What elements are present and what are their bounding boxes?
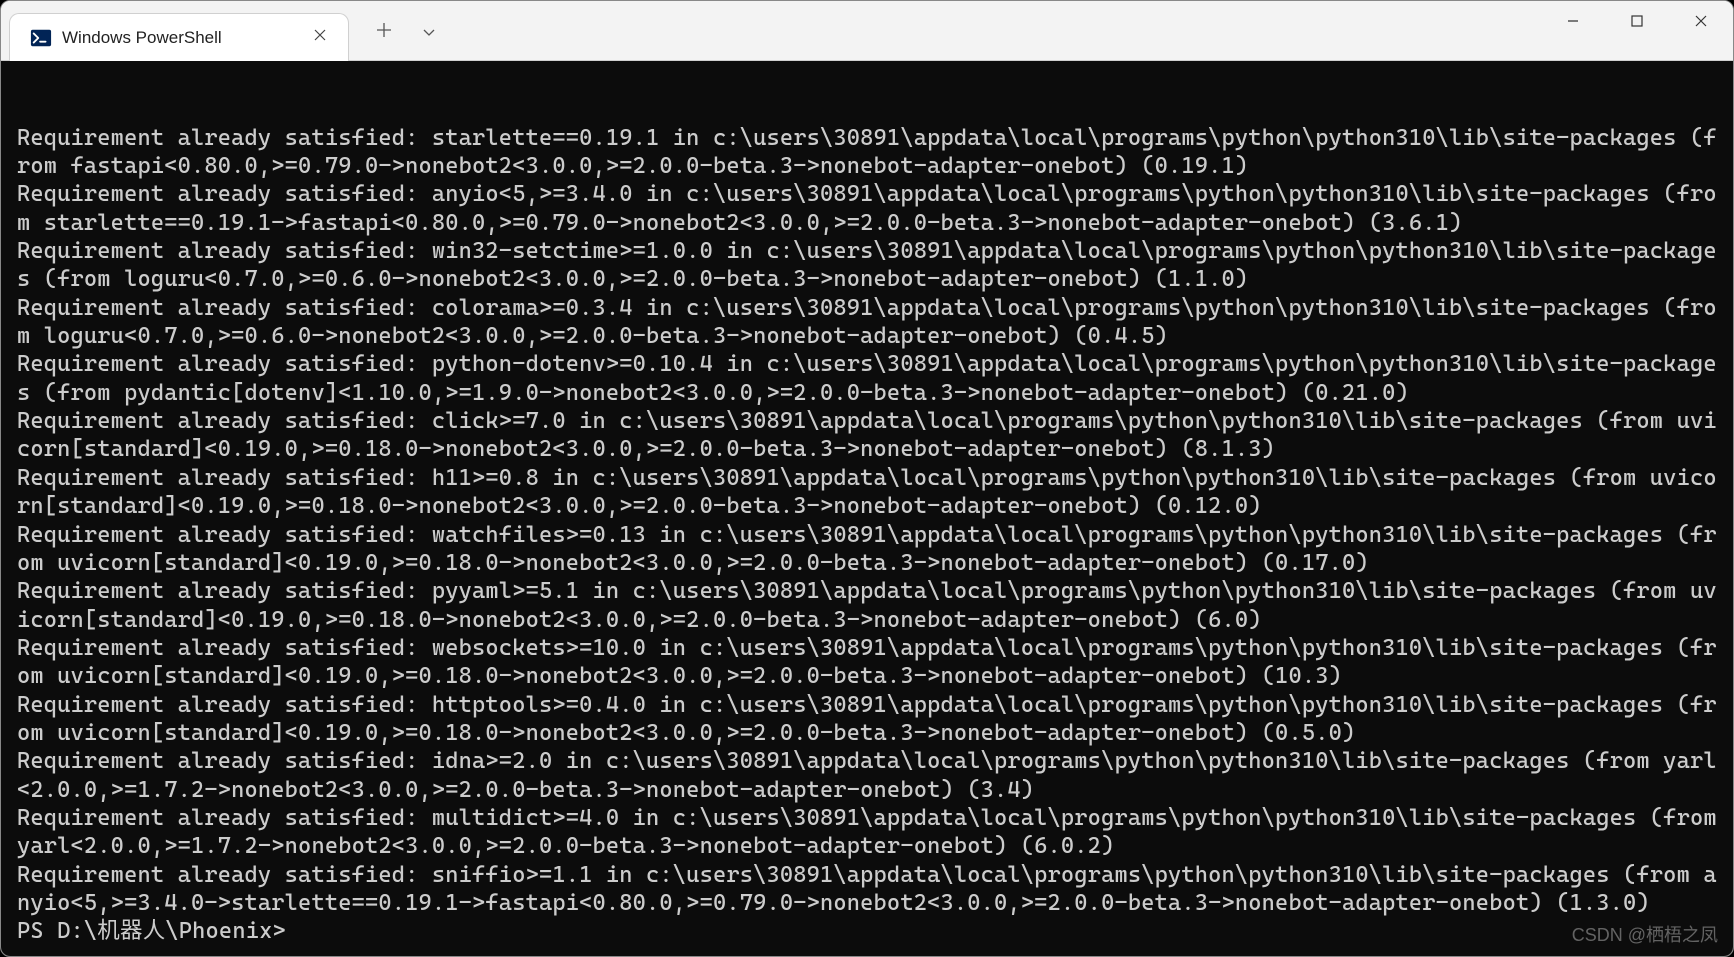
terminal-line: Requirement already satisfied: win32-set… (17, 237, 1723, 294)
close-button[interactable] (1669, 1, 1733, 41)
tab-dropdown-button[interactable] (415, 15, 443, 48)
tab-actions (349, 1, 443, 61)
terminal-line: Requirement already satisfied: sniffio>=… (17, 861, 1723, 918)
minimize-button[interactable] (1541, 1, 1605, 41)
terminal-line: Requirement already satisfied: starlette… (17, 124, 1723, 181)
tab-close-button[interactable] (308, 25, 332, 50)
terminal-output[interactable]: Requirement already satisfied: starlette… (1, 61, 1733, 956)
terminal-line: Requirement already satisfied: idna>=2.0… (17, 747, 1723, 804)
terminal-line: Requirement already satisfied: websocket… (17, 634, 1723, 691)
terminal-window: Windows PowerShell Requiremen (0, 0, 1734, 957)
terminal-line: Requirement already satisfied: h11>=0.8 … (17, 464, 1723, 521)
terminal-line: Requirement already satisfied: anyio<5,>… (17, 180, 1723, 237)
maximize-button[interactable] (1605, 1, 1669, 41)
terminal-line: Requirement already satisfied: httptools… (17, 691, 1723, 748)
terminal-line: Requirement already satisfied: click>=7.… (17, 407, 1723, 464)
new-tab-button[interactable] (369, 15, 399, 48)
powershell-icon (30, 27, 52, 49)
terminal-line: Requirement already satisfied: pyyaml>=5… (17, 577, 1723, 634)
terminal-line: Requirement already satisfied: python-do… (17, 350, 1723, 407)
titlebar: Windows PowerShell (1, 1, 1733, 61)
terminal-line: Requirement already satisfied: watchfile… (17, 521, 1723, 578)
window-controls (1541, 1, 1733, 41)
watermark: CSDN @栖梧之凤 (1572, 921, 1718, 947)
tab-title: Windows PowerShell (62, 28, 298, 48)
tab-powershell[interactable]: Windows PowerShell (9, 13, 349, 61)
prompt-line[interactable]: PS D:\机器人\Phoenix> (17, 917, 1723, 945)
terminal-line: Requirement already satisfied: multidict… (17, 804, 1723, 861)
terminal-line: Requirement already satisfied: colorama>… (17, 294, 1723, 351)
